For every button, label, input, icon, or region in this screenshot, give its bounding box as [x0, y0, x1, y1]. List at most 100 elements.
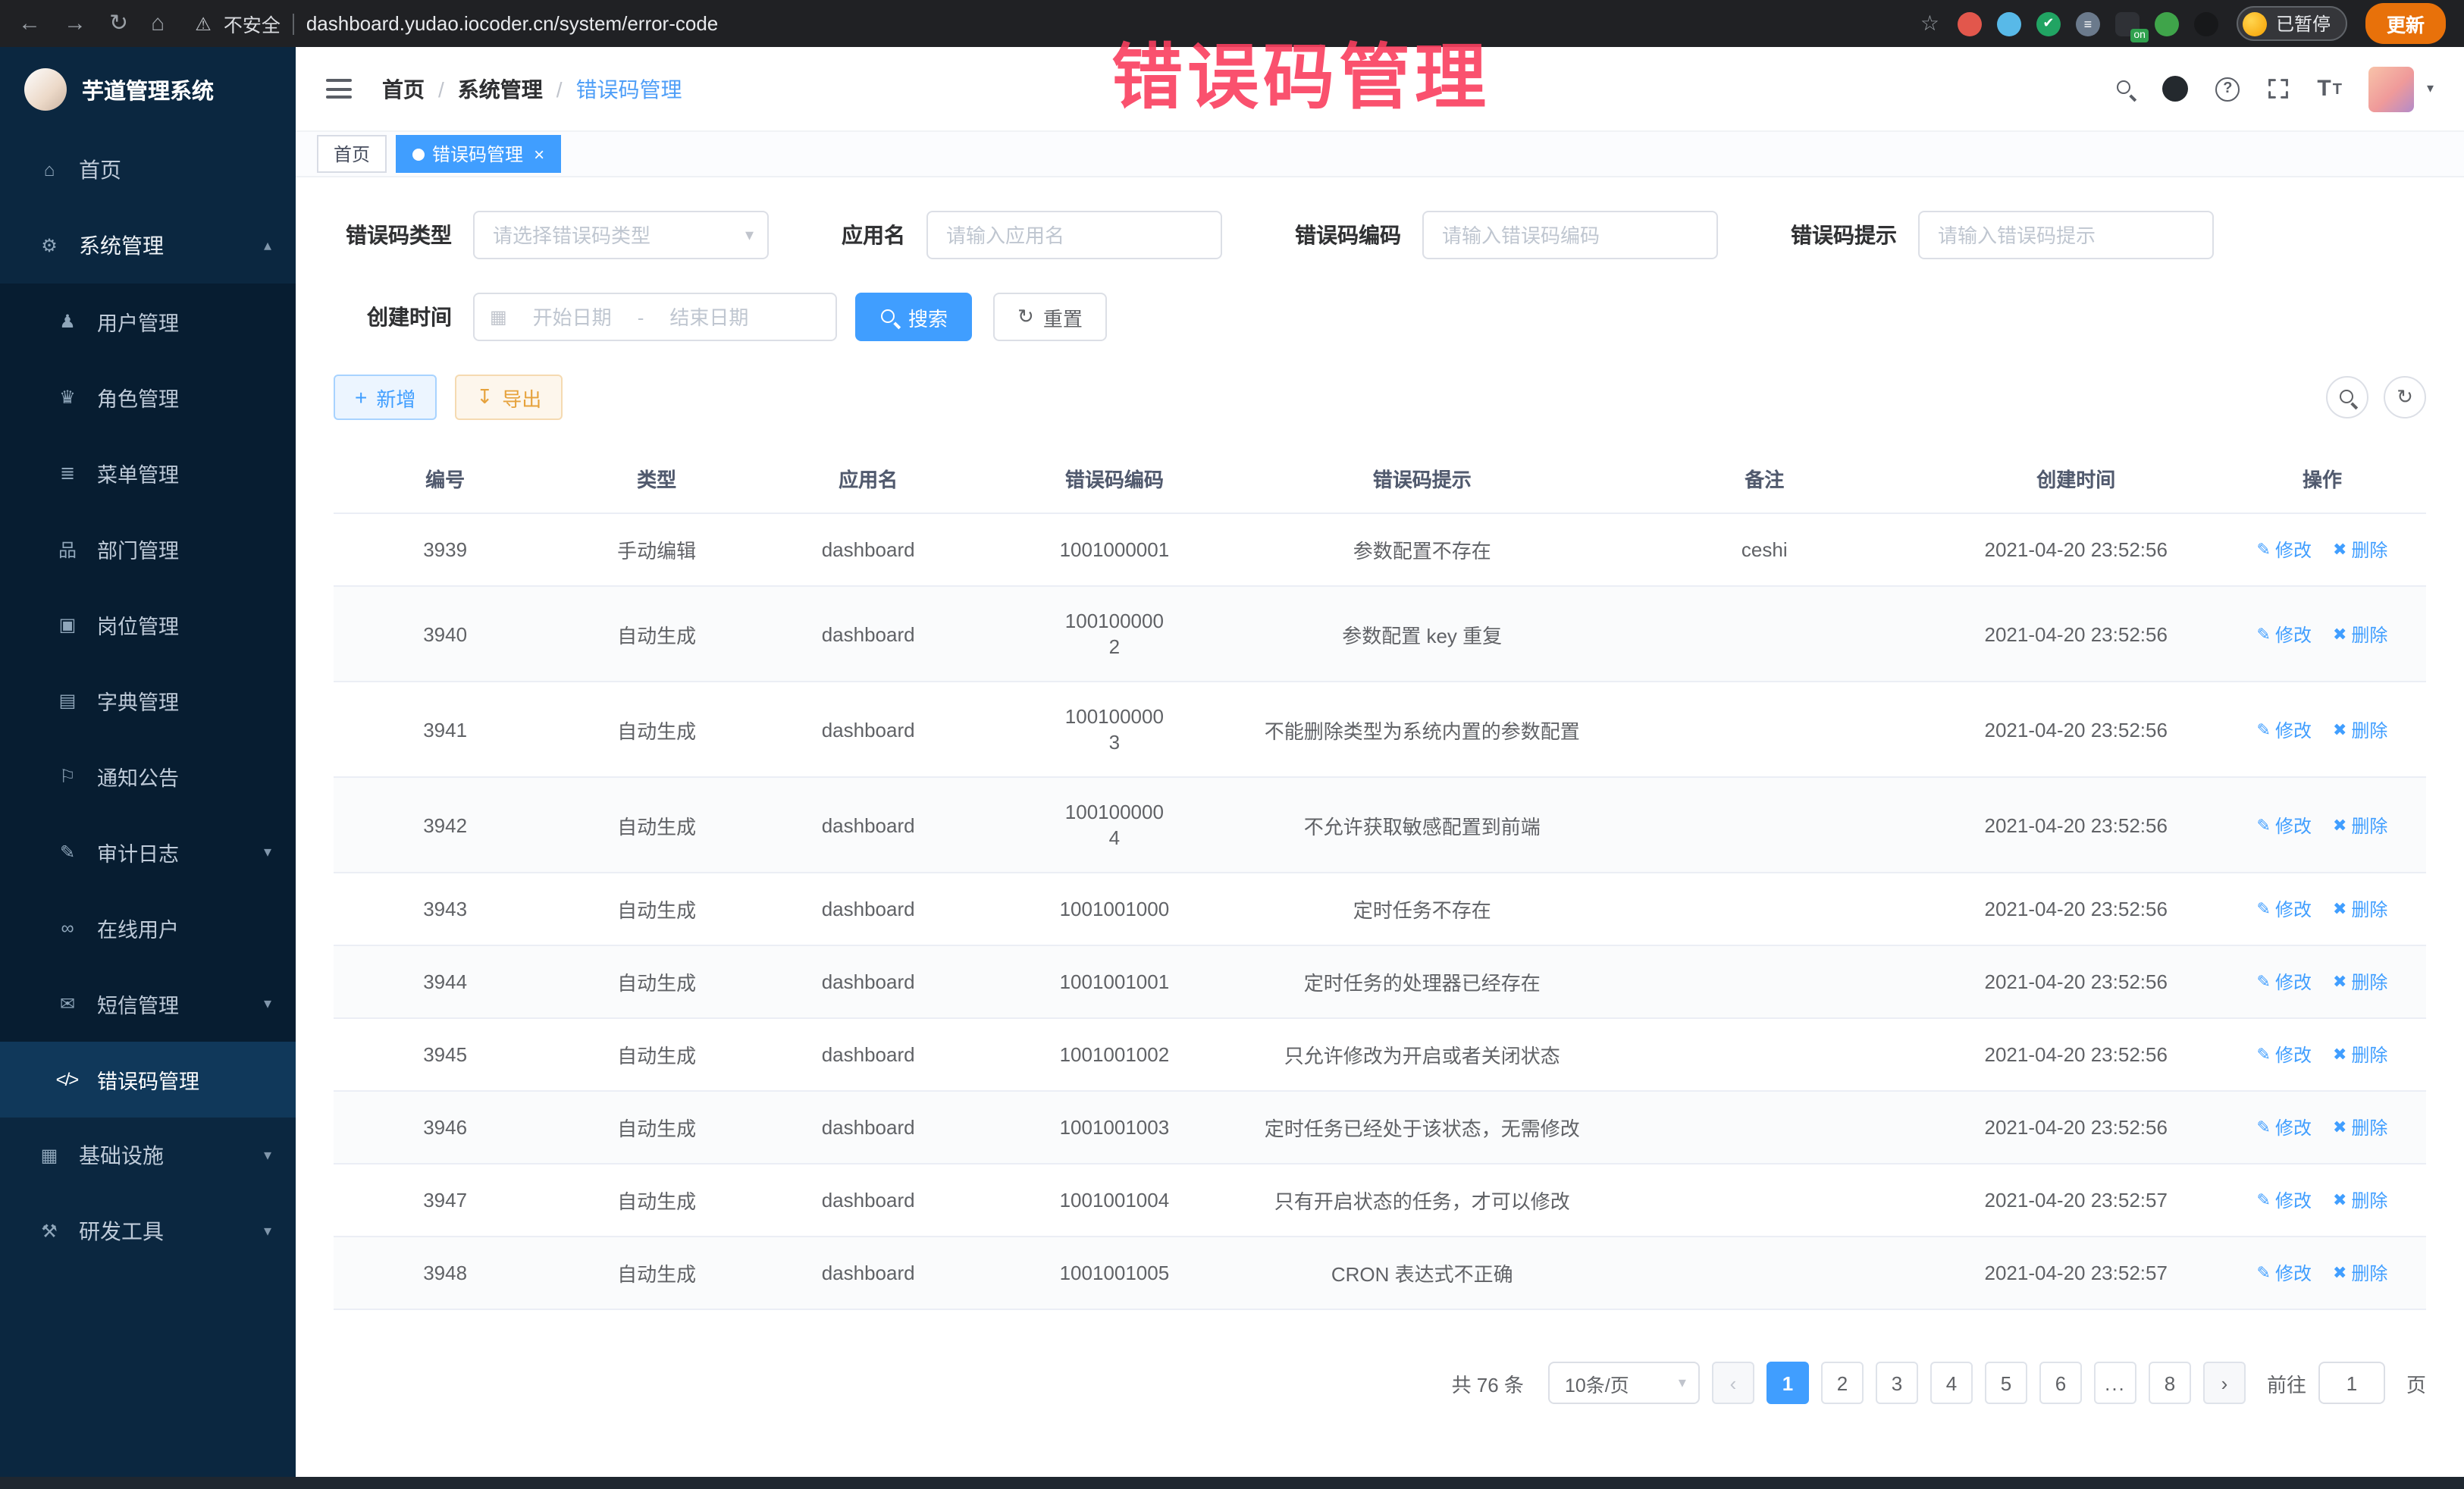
sidebar-item-audit-log[interactable]: ✎审计日志▾ — [0, 814, 296, 890]
back-icon[interactable]: ← — [18, 12, 41, 35]
help-icon[interactable]: ? — [2215, 77, 2240, 101]
sidebar-item-dept-management[interactable]: 品部门管理 — [0, 511, 296, 587]
goto-page-input[interactable] — [2318, 1362, 2385, 1404]
role-icon: ♛ — [52, 387, 82, 408]
edit-button[interactable]: ✎修改 — [2257, 896, 2312, 922]
sidebar-item-infrastructure[interactable]: ▦基础设施▾ — [0, 1118, 296, 1193]
export-button[interactable]: ↧ 导出 — [455, 375, 563, 420]
sidebar-item-menu-management[interactable]: ≣菜单管理 — [0, 435, 296, 511]
table-row: 3940自动生成dashboard100100000 2参数配置 key 重复2… — [334, 586, 2426, 682]
sidebar-item-error-code-management[interactable]: </>错误码管理 — [0, 1042, 296, 1118]
tab-home[interactable]: 首页 — [317, 135, 387, 173]
breadcrumb-system-management[interactable]: 系统管理 — [458, 74, 543, 104]
delete-button[interactable]: ✖删除 — [2333, 716, 2387, 742]
edit-button[interactable]: ✎修改 — [2257, 537, 2312, 563]
search-button[interactable]: 搜索 — [855, 293, 972, 341]
edit-button[interactable]: ✎修改 — [2257, 621, 2312, 647]
fullscreen-icon[interactable] — [2267, 77, 2290, 100]
error-code-input[interactable] — [1422, 211, 1718, 259]
page-button-6[interactable]: 6 — [2039, 1362, 2082, 1404]
user-avatar[interactable] — [2369, 66, 2415, 111]
url-text[interactable]: dashboard.yudao.iocoder.cn/system/error-… — [306, 12, 718, 35]
edit-button[interactable]: ✎修改 — [2257, 969, 2312, 995]
error-type-select-input[interactable] — [473, 211, 769, 259]
close-icon[interactable]: × — [534, 143, 544, 165]
cell-code: 1001001005 — [980, 1237, 1249, 1309]
more-pages-button[interactable]: ... — [2094, 1362, 2136, 1404]
bookmark-star-icon[interactable]: ☆ — [1920, 11, 1939, 36]
font-size-icon[interactable] — [2317, 77, 2342, 100]
sidebar-item-sms-management[interactable]: ✉短信管理▾ — [0, 966, 296, 1042]
sidebar-item-dev-tools[interactable]: ⚒研发工具▾ — [0, 1193, 296, 1269]
sidebar-item-dict-management[interactable]: ▤字典管理 — [0, 663, 296, 738]
delete-button[interactable]: ✖删除 — [2333, 1042, 2387, 1067]
end-date-input[interactable] — [650, 306, 768, 328]
extension-icon[interactable]: ✔ — [2036, 11, 2061, 36]
sidebar-item-post-management[interactable]: ▣岗位管理 — [0, 587, 296, 663]
page-button-5[interactable]: 5 — [1985, 1362, 2027, 1404]
extension-icon[interactable]: ≡ — [2076, 11, 2100, 36]
delete-button[interactable]: ✖删除 — [2333, 621, 2387, 647]
extension-icon[interactable] — [2155, 11, 2179, 36]
create-time-range-picker[interactable]: ▦ - — [473, 293, 837, 341]
error-hint-input[interactable] — [1918, 211, 2214, 259]
delete-button[interactable]: ✖删除 — [2333, 1260, 2387, 1286]
reset-button[interactable]: ↻ 重置 — [993, 293, 1107, 341]
delete-button[interactable]: ✖删除 — [2333, 537, 2387, 563]
caret-down-icon[interactable]: ▾ — [2427, 80, 2434, 97]
delete-button[interactable]: ✖删除 — [2333, 1187, 2387, 1213]
show-search-button[interactable] — [2326, 376, 2368, 418]
page-button-4[interactable]: 4 — [1930, 1362, 1973, 1404]
extension-icon[interactable] — [1958, 11, 1982, 36]
sidebar-item-notice-announcement[interactable]: ⚐通知公告 — [0, 738, 296, 814]
tab-error-code-management[interactable]: 错误码管理 × — [396, 135, 561, 173]
reload-icon[interactable]: ↻ — [109, 12, 128, 35]
edit-button[interactable]: ✎修改 — [2257, 812, 2312, 838]
page-button-8[interactable]: 8 — [2149, 1362, 2191, 1404]
edit-button[interactable]: ✎修改 — [2257, 1187, 2312, 1213]
app-logo[interactable]: 芋道管理系统 — [0, 47, 296, 132]
breadcrumb-separator: / — [556, 77, 563, 101]
extension-icon[interactable] — [1997, 11, 2021, 36]
page-size-select[interactable]: 10条/页 ▾ — [1548, 1362, 1700, 1404]
address-bar[interactable]: ⚠ 不安全 dashboard.yudao.iocoder.cn/system/… — [195, 9, 1920, 38]
github-icon[interactable] — [2162, 76, 2188, 102]
add-button[interactable]: + 新增 — [334, 375, 437, 420]
home-nav-icon[interactable]: ⌂ — [151, 12, 165, 35]
edit-button[interactable]: ✎修改 — [2257, 1260, 2312, 1286]
sidebar-item-role-management[interactable]: ♛角色管理 — [0, 359, 296, 435]
app-name-input[interactable] — [926, 211, 1222, 259]
prev-page-button[interactable]: ‹ — [1712, 1362, 1754, 1404]
sidebar-item-system-management[interactable]: ⚙系统管理▴ — [0, 208, 296, 284]
update-button[interactable]: 更新 — [2365, 3, 2446, 44]
breadcrumb-home[interactable]: 首页 — [382, 74, 425, 104]
delete-button[interactable]: ✖删除 — [2333, 1114, 2387, 1140]
error-type-select[interactable]: ▾ — [473, 211, 769, 259]
extension-icon[interactable]: on — [2115, 11, 2140, 36]
delete-icon: ✖ — [2333, 540, 2346, 560]
page-button-1[interactable]: 1 — [1766, 1362, 1809, 1404]
profile-paused-badge[interactable]: 已暂停 — [2237, 6, 2347, 41]
hamburger-icon[interactable] — [326, 79, 352, 99]
forward-icon[interactable]: → — [64, 12, 86, 35]
next-page-button[interactable]: › — [2203, 1362, 2246, 1404]
cell-app: dashboard — [757, 586, 980, 682]
page-button-2[interactable]: 2 — [1821, 1362, 1864, 1404]
tab-label: 错误码管理 — [432, 141, 523, 167]
sidebar-item-home[interactable]: ⌂首页 — [0, 132, 296, 208]
edit-button[interactable]: ✎修改 — [2257, 716, 2312, 742]
edit-button[interactable]: ✎修改 — [2257, 1042, 2312, 1067]
extension-icon[interactable] — [2194, 11, 2218, 36]
delete-button[interactable]: ✖删除 — [2333, 969, 2387, 995]
refresh-table-button[interactable]: ↻ — [2384, 376, 2426, 418]
cell-app: dashboard — [757, 1018, 980, 1091]
edit-button[interactable]: ✎修改 — [2257, 1114, 2312, 1140]
page-button-3[interactable]: 3 — [1876, 1362, 1918, 1404]
search-icon[interactable] — [2115, 79, 2135, 99]
sidebar-item-online-users[interactable]: ∞在线用户 — [0, 890, 296, 966]
delete-button[interactable]: ✖删除 — [2333, 896, 2387, 922]
security-label[interactable]: 不安全 — [224, 9, 281, 38]
sidebar-item-user-management[interactable]: ♟用户管理 — [0, 284, 296, 359]
delete-button[interactable]: ✖删除 — [2333, 812, 2387, 838]
start-date-input[interactable] — [513, 306, 632, 328]
